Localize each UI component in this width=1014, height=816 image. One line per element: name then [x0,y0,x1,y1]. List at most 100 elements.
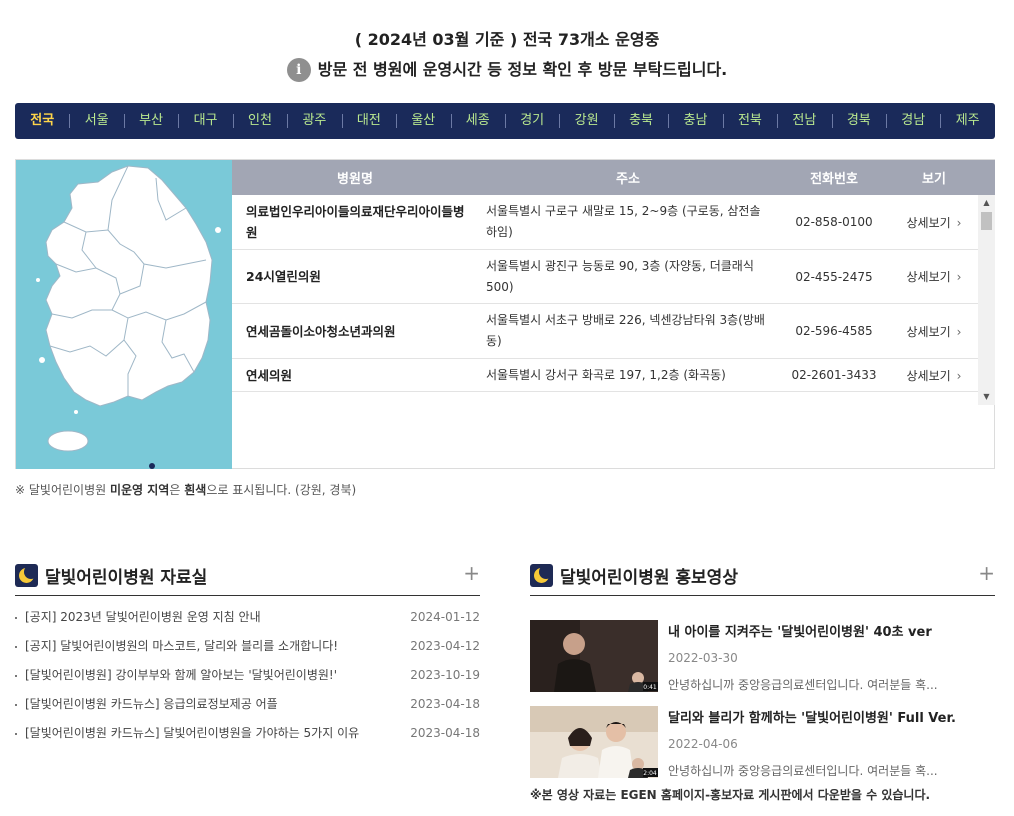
region-tab[interactable]: 세종 [450,103,505,139]
map-note-bold2: 흰색 [184,483,207,497]
scroll-up-icon[interactable]: ▲ [978,195,995,211]
detail-link-label[interactable]: 상세보기 [907,216,951,230]
moon-icon [530,563,553,587]
hospital-phone: 02-455-2475 [795,269,873,284]
chevron-right-icon: › [956,215,962,230]
moon-icon [15,563,38,587]
visit-notice-text: 방문 전 병원에 운영시간 등 정보 확인 후 방문 부탁드립니다. [317,60,728,79]
video-list: 0:41 내 아이를 지켜주는 '달빛어린이병원' 40초 ver 2022-0… [530,620,995,803]
archive-item-title[interactable]: [공지] 2023년 달빛어린이병원 운영 지침 안내 [15,610,395,624]
bullet-icon [15,704,17,706]
scroll-down-icon[interactable]: ▼ [978,389,995,405]
video-thumbnail[interactable]: 0:41 [530,620,658,692]
video-section: 달빛어린이병원 홍보영상 + 0:41 내 아이를 지켜주는 '달빛어린이병원'… [530,555,995,803]
video-thumbnail-graphic: 0:41 [530,620,658,692]
archive-item[interactable]: [달빛어린이병원 카드뉴스] 응급의료정보제공 어플 2023-04-18 [15,697,480,711]
hospital-address: 서울특별시 광진구 능동로 90, 3층 (자양동, 더클래식500) [486,258,754,294]
col-header-phone: 전화번호 [810,172,858,187]
region-tab[interactable]: 서울 [69,103,123,139]
detail-link[interactable]: 상세보기 › [890,367,978,384]
hospital-phone: 02-2601-3433 [791,368,877,382]
archive-title: 달빛어린이병원 자료실 [45,567,208,588]
korea-map[interactable] [16,160,232,469]
bullet-icon [15,646,17,648]
video-item-summary: 안녕하십니까 중앙응급의료센터입니다. 여러분들 혹... [668,678,938,692]
archive-item-title[interactable]: [공지] 달빛어린이병원의 마스코트, 달리와 블리를 소개합니다! [15,639,395,653]
archive-item-title[interactable]: [달빛어린이병원] 강이부부와 함께 알아보는 '달빛어린이병원!' [15,668,395,682]
region-tab[interactable]: 전북 [722,103,777,139]
col-header-view: 보기 [922,172,946,187]
archive-item[interactable]: [공지] 달빛어린이병원의 마스코트, 달리와 블리를 소개합니다! 2023-0… [15,639,480,653]
hospital-name: 연세의원 [246,367,293,383]
notice-header: ( 2024년 03월 기준 ) 전국 73개소 운영중 i 방문 전 병원에 … [0,28,1014,82]
table-row: 의료법인우리아이들의료재단우리아이들병원 서울특별시 구로구 새말로 15, 2~… [232,195,995,250]
region-tab[interactable]: 인천 [232,103,287,139]
map-note-middle: 은 [169,483,185,497]
table-scrollbar[interactable]: ▲ ▼ [978,195,995,405]
table-body: 의료법인우리아이들의료재단우리아이들병원 서울특별시 구로구 새말로 15, 2~… [232,195,995,392]
region-tab[interactable]: 대전 [341,103,396,139]
hospital-finder: 병원명 주소 전화번호 보기 의료법인우리아이들의료재단우리아이들병원 서울특별시… [15,159,995,469]
chevron-right-icon: › [956,368,962,383]
region-tab[interactable]: 경북 [831,103,886,139]
archive-section: 달빛어린이병원 자료실 + [공지] 2023년 달빛어린이병원 운영 지침 안… [15,555,480,755]
archive-item[interactable]: [달빛어린이병원 카드뉴스] 달빛어린이병원을 가야하는 5가지 이유 2023-… [15,726,480,740]
region-tab[interactable]: 강원 [559,103,613,139]
region-tab[interactable]: 제주 [940,103,994,139]
video-thumbnail[interactable]: 2:04 [530,706,658,778]
region-tab[interactable]: 부산 [123,103,178,139]
video-duration: 0:41 [643,684,657,691]
hospital-address: 서울특별시 강서구 화곡로 197, 1,2층 (화곡동) [486,367,726,382]
video-item-title[interactable]: 달리와 블리가 함께하는 '달빛어린이병원' Full Ver. [668,707,978,726]
archive-item-date: 2023-04-18 [410,726,480,740]
hospital-address: 서울특별시 서초구 방배로 226, 넥센강남타워 3층(방배동) [486,313,765,348]
region-tab[interactable]: 전국 [15,103,69,139]
info-icon: i [286,58,311,82]
region-tab[interactable]: 광주 [287,103,341,139]
video-item[interactable]: 0:41 내 아이를 지켜주는 '달빛어린이병원' 40초 ver 2022-0… [530,620,995,692]
detail-link[interactable]: 상세보기 › [890,214,978,231]
archive-list: [공지] 2023년 달빛어린이병원 운영 지침 안내 2024-01-12 [공지… [15,610,480,740]
archive-item-date: 2023-04-18 [410,697,480,711]
scroll-thumb[interactable] [981,212,992,230]
video-more-button[interactable]: + [978,561,995,585]
archive-item-title[interactable]: [달빛어린이병원 카드뉴스] 응급의료정보제공 어플 [15,697,395,711]
detail-link-label[interactable]: 상세보기 [907,369,951,383]
table-row: 24시열린의원 서울특별시 광진구 능동로 90, 3층 (자양동, 더클래식50… [232,250,995,304]
video-title: 달빛어린이병원 홍보영상 [560,567,738,588]
archive-title-bar: 달빛어린이병원 자료실 + [15,555,480,596]
visit-notice: i 방문 전 병원에 운영시간 등 정보 확인 후 방문 부탁드립니다. [0,58,1014,82]
detail-link[interactable]: 상세보기 › [890,323,978,340]
video-item-date: 2022-03-30 [668,651,738,665]
archive-more-button[interactable]: + [463,561,480,585]
hospital-phone: 02-858-0100 [795,215,873,229]
map-legend-note: ※ 달빛어린이병원 미운영 지역은 흰색으로 표시됩니다. (강원, 경북) [15,481,356,498]
bullet-icon [15,733,17,735]
region-tab[interactable]: 대구 [178,103,232,139]
hospital-name: 의료법인우리아이들의료재단우리아이들병원 [246,204,465,240]
map-note-bold: 미운영 지역 [109,483,170,497]
region-tab[interactable]: 충북 [613,103,668,139]
region-tab[interactable]: 경남 [886,103,940,139]
video-item-title[interactable]: 내 아이를 지켜주는 '달빛어린이병원' 40초 ver [668,621,978,640]
detail-link[interactable]: 상세보기 › [890,268,978,285]
hospital-address: 서울특별시 구로구 새말로 15, 2~9층 (구로동, 삼전솔하임) [486,204,761,239]
region-tab[interactable]: 충남 [668,103,722,139]
map-note-prefix: ※ 달빛어린이병원 [15,483,110,497]
hospital-name: 24시열린의원 [246,269,321,284]
detail-link-label[interactable]: 상세보기 [907,270,951,284]
korea-map-graphic [36,165,221,469]
archive-item[interactable]: [달빛어린이병원] 강이부부와 함께 알아보는 '달빛어린이병원!' 2023-1… [15,668,480,682]
region-tab[interactable]: 전남 [777,103,831,139]
bullet-icon [15,675,17,677]
bullet-icon [15,617,17,619]
chevron-right-icon: › [956,270,962,284]
chevron-right-icon: › [956,324,962,339]
video-item[interactable]: 2:04 달리와 블리가 함께하는 '달빛어린이병원' Full Ver. 20… [530,706,995,778]
archive-item-title[interactable]: [달빛어린이병원 카드뉴스] 달빛어린이병원을 가야하는 5가지 이유 [15,726,395,740]
hospital-phone: 02-596-4585 [795,324,873,338]
archive-item[interactable]: [공지] 2023년 달빛어린이병원 운영 지침 안내 2024-01-12 [15,610,480,624]
detail-link-label[interactable]: 상세보기 [907,325,951,339]
region-tab[interactable]: 울산 [396,103,450,139]
region-tab[interactable]: 경기 [504,103,559,139]
